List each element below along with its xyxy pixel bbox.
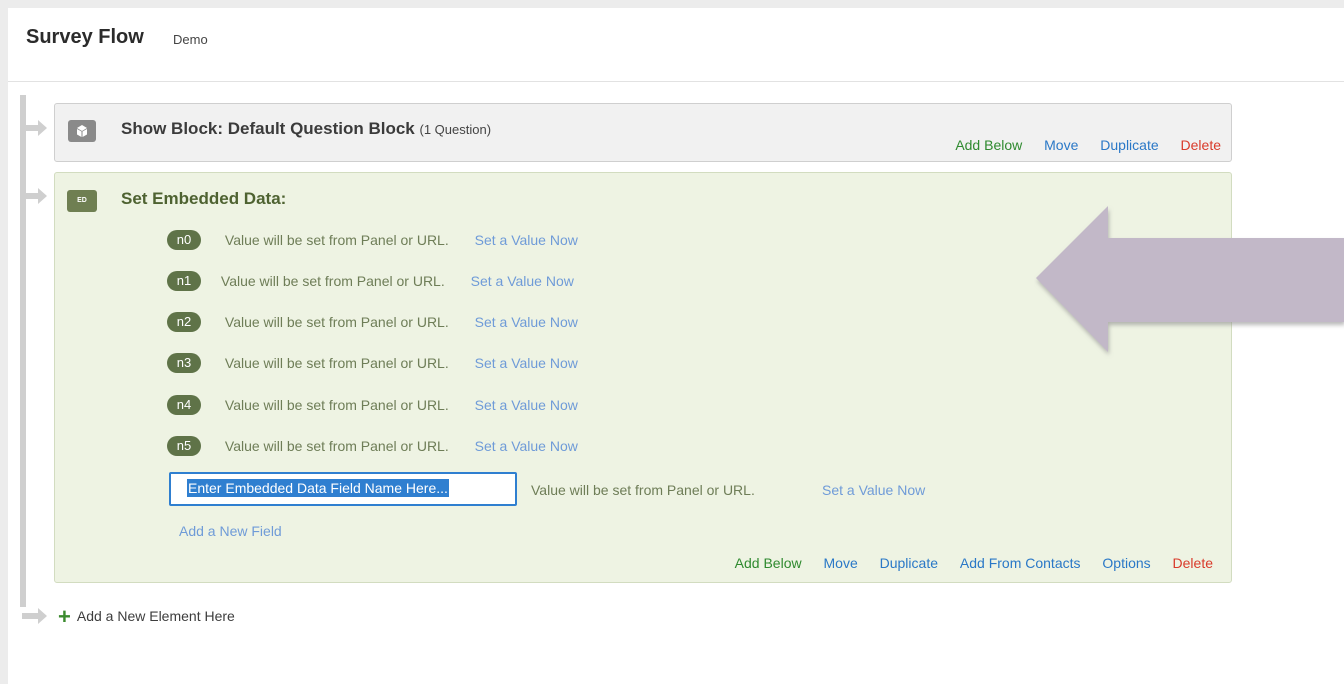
show-block: Show Block: Default Question Block (1 Qu… xyxy=(54,103,1232,162)
set-value-link[interactable]: Set a Value Now xyxy=(475,397,578,413)
embedded-field-row: n3 Value will be set from Panel or URL. … xyxy=(167,353,578,375)
embedded-data-icon: ED xyxy=(67,190,97,212)
page-title: Survey Flow xyxy=(26,26,144,48)
add-new-element-button[interactable]: + Add a New Element Here xyxy=(58,604,235,630)
question-count: (1 Question) xyxy=(419,122,492,137)
embedded-field-name-input[interactable]: Enter Embedded Data Field Name Here... xyxy=(169,472,517,506)
plus-icon: + xyxy=(58,604,71,629)
new-field-source-text: Value will be set from Panel or URL. xyxy=(531,482,755,498)
move-button[interactable]: Move xyxy=(1044,137,1078,153)
delete-button[interactable]: Delete xyxy=(1173,555,1213,571)
flow-connector-arrow xyxy=(22,188,47,204)
field-name-pill[interactable]: n1 xyxy=(167,271,201,291)
add-below-button[interactable]: Add Below xyxy=(955,137,1022,153)
set-value-link[interactable]: Set a Value Now xyxy=(475,314,578,330)
show-block-title: Show Block: Default Question Block (1 Qu… xyxy=(121,119,491,139)
show-block-actions: Add Below Move Duplicate Delete xyxy=(937,137,1221,153)
annotation-arrow-icon xyxy=(1036,206,1344,352)
flow-connector-arrow xyxy=(22,120,47,136)
options-button[interactable]: Options xyxy=(1102,555,1150,571)
embedded-field-row: n1 Value will be set from Panel or URL. … xyxy=(167,271,574,293)
embedded-data-title: Set Embedded Data: xyxy=(121,189,287,208)
embedded-field-row: n4 Value will be set from Panel or URL. … xyxy=(167,395,578,417)
page-subtitle: Demo xyxy=(173,32,208,47)
add-new-element-label: Add a New Element Here xyxy=(76,608,235,624)
field-source-text: Value will be set from Panel or URL. xyxy=(224,397,449,413)
field-name-input-value: Enter Embedded Data Field Name Here... xyxy=(187,479,449,497)
field-source-text: Value will be set from Panel or URL. xyxy=(224,314,449,330)
add-from-contacts-button[interactable]: Add From Contacts xyxy=(960,555,1081,571)
embedded-field-row: n0 Value will be set from Panel or URL. … xyxy=(167,230,578,252)
show-block-title-text: Show Block: Default Question Block xyxy=(121,119,415,138)
page-header: Survey Flow Demo xyxy=(8,8,1344,82)
field-name-pill[interactable]: n3 xyxy=(167,353,201,373)
field-name-pill[interactable]: n2 xyxy=(167,312,201,332)
field-name-pill[interactable]: n4 xyxy=(167,395,201,415)
move-button[interactable]: Move xyxy=(824,555,858,571)
field-name-pill[interactable]: n0 xyxy=(167,230,201,250)
add-new-field-link[interactable]: Add a New Field xyxy=(179,523,282,539)
field-source-text: Value will be set from Panel or URL. xyxy=(224,438,449,454)
delete-button[interactable]: Delete xyxy=(1181,137,1221,153)
set-value-link[interactable]: Set a Value Now xyxy=(475,232,578,248)
embedded-field-row: n2 Value will be set from Panel or URL. … xyxy=(167,312,578,334)
set-value-link[interactable]: Set a Value Now xyxy=(475,438,578,454)
field-source-text: Value will be set from Panel or URL. xyxy=(224,232,449,248)
duplicate-button[interactable]: Duplicate xyxy=(1100,137,1158,153)
embedded-data-actions: Add Below Move Duplicate Add From Contac… xyxy=(717,555,1213,571)
flow-connector-arrow xyxy=(22,608,47,624)
flow-line xyxy=(20,95,26,607)
new-field-set-value-link[interactable]: Set a Value Now xyxy=(822,482,925,498)
field-source-text: Value will be set from Panel or URL. xyxy=(220,273,445,289)
field-source-text: Value will be set from Panel or URL. xyxy=(224,355,449,371)
set-value-link[interactable]: Set a Value Now xyxy=(475,355,578,371)
field-name-pill[interactable]: n5 xyxy=(167,436,201,456)
set-value-link[interactable]: Set a Value Now xyxy=(471,273,574,289)
survey-flow-page: Survey Flow Demo Show Block: Default Que… xyxy=(8,8,1344,684)
duplicate-button[interactable]: Duplicate xyxy=(880,555,938,571)
add-below-button[interactable]: Add Below xyxy=(735,555,802,571)
cube-icon xyxy=(68,120,96,142)
embedded-field-row: n5 Value will be set from Panel or URL. … xyxy=(167,436,578,458)
